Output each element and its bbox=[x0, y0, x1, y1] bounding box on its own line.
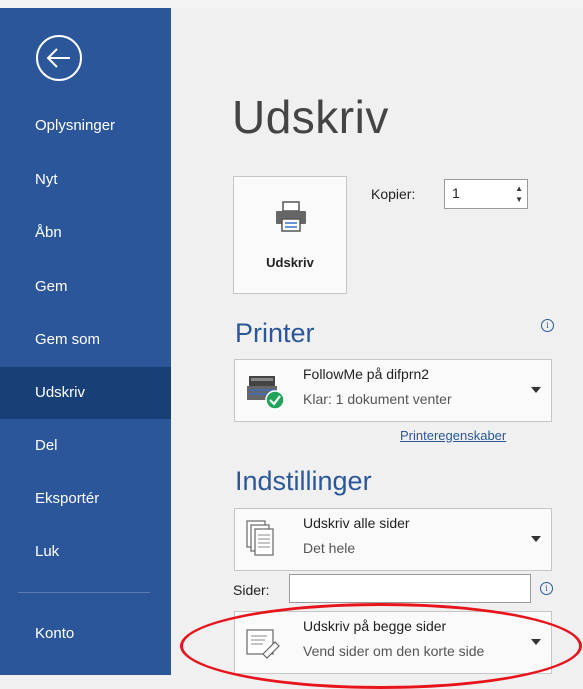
printer-status: Klar: 1 dokument venter bbox=[303, 391, 452, 407]
pages-option-subtitle: Det hele bbox=[303, 540, 356, 556]
highlight-annotation-ellipse bbox=[180, 603, 582, 689]
spin-up-icon[interactable]: ▲ bbox=[515, 185, 523, 193]
copies-spinner[interactable]: 1 ▲ ▼ bbox=[444, 179, 528, 209]
nav-divider bbox=[18, 592, 150, 593]
nav-item-udskriv[interactable]: Udskriv bbox=[0, 367, 171, 419]
pages-option-dropdown[interactable]: Udskriv alle sider Det hele bbox=[234, 508, 552, 571]
printer-icon bbox=[276, 201, 306, 232]
printer-heading: Printer bbox=[235, 318, 315, 348]
chevron-down-icon bbox=[531, 536, 541, 542]
pages-info-icon[interactable]: i bbox=[540, 582, 553, 595]
print-button[interactable]: Udskriv bbox=[233, 176, 347, 294]
nav-item-eksporter[interactable]: Eksportér bbox=[0, 473, 171, 525]
printer-info-icon[interactable]: i bbox=[541, 319, 554, 332]
top-strip bbox=[0, 0, 583, 8]
printer-name: FollowMe på difprn2 bbox=[303, 366, 430, 382]
nav-item-aabn[interactable]: Åbn bbox=[0, 207, 171, 259]
spin-down-icon[interactable]: ▼ bbox=[515, 196, 523, 204]
pages-label: Sider: bbox=[233, 582, 270, 598]
nav-item-nyt[interactable]: Nyt bbox=[0, 154, 171, 206]
backstage-sidebar: Oplysninger Nyt Åbn Gem Gem som Udskriv … bbox=[0, 8, 171, 675]
printer-ready-icon bbox=[247, 376, 285, 410]
copies-label: Kopier: bbox=[371, 186, 416, 202]
print-button-label: Udskriv bbox=[266, 255, 314, 270]
page-title: Udskriv bbox=[232, 91, 389, 143]
nav-item-gem[interactable]: Gem bbox=[0, 261, 171, 313]
printer-dropdown[interactable]: FollowMe på difprn2 Klar: 1 dokument ven… bbox=[234, 359, 552, 422]
nav-item-del[interactable]: Del bbox=[0, 420, 171, 472]
nav-item-luk[interactable]: Luk bbox=[0, 526, 171, 578]
copies-value[interactable]: 1 bbox=[452, 185, 460, 201]
nav-item-konto[interactable]: Konto bbox=[0, 608, 171, 660]
nav-item-oplysninger[interactable]: Oplysninger bbox=[0, 100, 171, 152]
settings-heading: Indstillinger bbox=[235, 466, 372, 496]
pages-option-title: Udskriv alle sider bbox=[303, 515, 410, 531]
pages-input[interactable] bbox=[289, 574, 531, 603]
printer-properties-link[interactable]: Printeregenskaber bbox=[400, 428, 506, 443]
nav-item-gem-som[interactable]: Gem som bbox=[0, 314, 171, 366]
chevron-down-icon bbox=[531, 387, 541, 393]
back-arrow-circle-icon[interactable] bbox=[35, 34, 83, 82]
pages-stack-icon bbox=[246, 520, 274, 556]
